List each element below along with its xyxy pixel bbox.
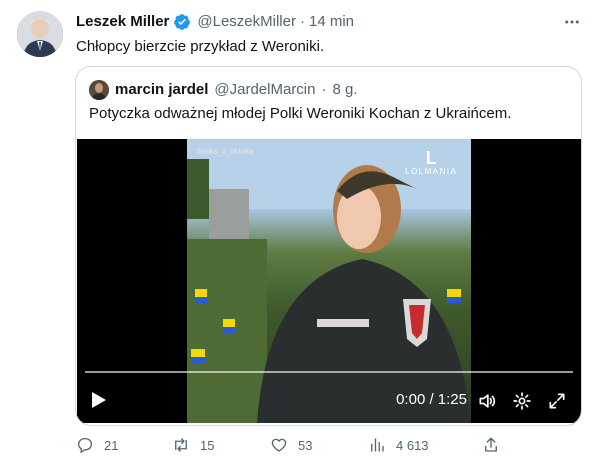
play-icon[interactable] xyxy=(91,391,107,409)
reply-count: 21 xyxy=(104,437,119,453)
video-watermark: feniks_z_tiktoka xyxy=(197,147,254,156)
lolmania-mark: L xyxy=(425,148,437,168)
tweet-header: Leszek Miller @LeszekMiller · 14 min xyxy=(76,12,354,32)
author-handle[interactable]: @LeszekMiller xyxy=(197,12,296,32)
quoted-tweet[interactable]: marcin jardel @JardelMarcin · 8 g. Potyc… xyxy=(75,66,582,426)
retweet-action[interactable]: 15 xyxy=(172,436,214,454)
video-progress-bar[interactable] xyxy=(85,371,573,373)
separator-dot: · xyxy=(299,13,305,30)
quoted-separator-dot: · xyxy=(321,81,327,98)
retweet-icon xyxy=(175,438,187,452)
like-action[interactable]: 53 xyxy=(270,436,312,454)
fullscreen-icon[interactable] xyxy=(547,391,567,411)
author-avatar[interactable] xyxy=(17,11,63,57)
views-chart-icon xyxy=(371,438,384,452)
view-count: 4 613 xyxy=(396,437,429,453)
share-action[interactable] xyxy=(482,436,500,454)
lolmania-wordmark: LOLMANIA xyxy=(405,167,458,176)
volume-icon[interactable] xyxy=(477,391,497,411)
author-name[interactable]: Leszek Miller xyxy=(76,12,169,32)
quoted-tweet-header: marcin jardel @JardelMarcin · 8 g. xyxy=(89,80,358,100)
verified-badge-icon xyxy=(174,14,191,30)
lolmania-logo: L LOLMANIA xyxy=(405,149,457,176)
video-time-display: 0:00 / 1:25 xyxy=(396,391,467,408)
tweet-text: Chłopcy bierzcie przykład z Weroniki. xyxy=(76,38,325,55)
reply-action[interactable]: 21 xyxy=(76,436,118,454)
quoted-tweet-text: Potyczka odważnej młodej Polki Weroniki … xyxy=(89,105,512,122)
settings-gear-icon[interactable] xyxy=(512,391,532,411)
retweet-count: 15 xyxy=(200,437,215,453)
more-options-icon[interactable] xyxy=(562,12,582,32)
quoted-author-handle[interactable]: @JardelMarcin xyxy=(214,80,315,100)
video-player[interactable]: feniks_z_tiktoka L LOLMANIA 0:00 / 1:25 xyxy=(77,139,581,423)
quoted-timestamp[interactable]: 8 g. xyxy=(332,80,357,100)
reply-icon xyxy=(77,437,93,454)
tweet-actions: 21 15 53 4 613 xyxy=(76,436,516,456)
views-action[interactable]: 4 613 xyxy=(368,436,429,454)
quoted-author-name[interactable]: marcin jardel xyxy=(115,80,208,100)
share-icon xyxy=(485,437,497,452)
tweet-timestamp[interactable]: 14 min xyxy=(309,12,354,32)
video-controls: 0:00 / 1:25 xyxy=(77,379,581,423)
like-count: 53 xyxy=(298,437,313,453)
quoted-author-avatar[interactable] xyxy=(89,80,109,100)
heart-icon xyxy=(271,438,287,452)
